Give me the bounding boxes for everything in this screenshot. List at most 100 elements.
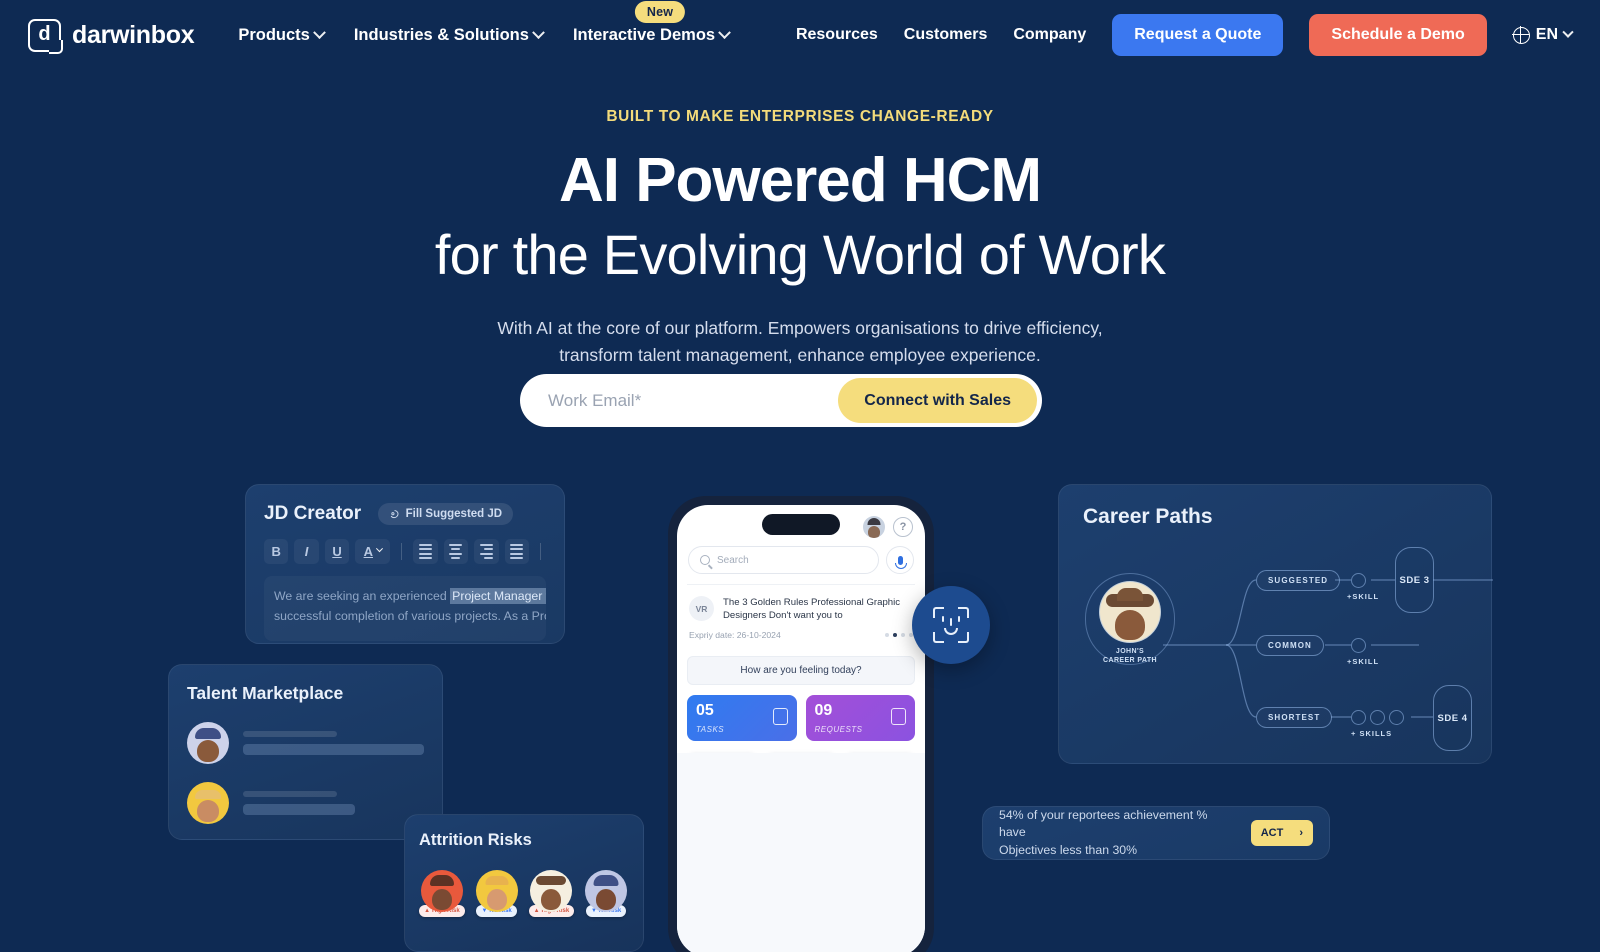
jd-text-highlight: Project Manager to join: [450, 588, 546, 604]
chevron-down-icon: [1562, 26, 1574, 38]
list-item[interactable]: ▼ No Risk: [474, 870, 520, 917]
act-button[interactable]: ACT ›: [1250, 820, 1313, 846]
target-role-sde4[interactable]: SDE 4: [1433, 685, 1472, 751]
italic-button[interactable]: I: [294, 539, 319, 564]
carousel-dots[interactable]: [885, 632, 913, 637]
nav-item-company[interactable]: Company: [1013, 26, 1086, 44]
primary-nav-links: Products Industries & Solutions New Inte…: [238, 0, 731, 45]
microphone-icon: [895, 555, 907, 569]
jd-body-line-2: successful completion of various project…: [274, 609, 546, 624]
news-avatar: VR: [689, 596, 714, 621]
jd-editor-body[interactable]: We are seeking an experienced Project Ma…: [264, 576, 546, 641]
chevron-down-icon: [375, 545, 384, 553]
globe-icon: [1511, 25, 1530, 44]
tasks-label: TASKS: [696, 724, 725, 734]
person-blond-avatar: [187, 782, 229, 824]
requests-tile[interactable]: 09 REQUESTS: [805, 694, 915, 741]
branch-node-common[interactable]: COMMON: [1256, 635, 1324, 656]
objectives-alert-card: 54% of your reportees achievement % have…: [982, 806, 1330, 860]
nav-item-resources[interactable]: Resources: [796, 26, 878, 44]
branch-node-shortest[interactable]: SHORTEST: [1256, 707, 1333, 728]
underline-button[interactable]: U: [324, 539, 350, 564]
nav-label: Products: [238, 25, 310, 44]
chevron-down-icon: [312, 25, 326, 39]
chevron-down-icon: [532, 25, 545, 39]
help-icon[interactable]: ?: [893, 517, 913, 537]
attrition-risks-title: Attrition Risks: [419, 831, 532, 849]
list-item[interactable]: ▼ No Risk: [583, 870, 629, 917]
bold-button[interactable]: B: [264, 539, 289, 564]
align-right-button[interactable]: [474, 539, 499, 564]
johns-avatar: [1099, 581, 1161, 643]
connect-with-sales-button[interactable]: Connect with Sales: [838, 378, 1037, 423]
schedule-demo-button[interactable]: Schedule a Demo: [1309, 14, 1487, 56]
chevron-down-icon: [718, 25, 731, 39]
talent-marketplace-title: Talent Marketplace: [187, 683, 344, 703]
work-email-input[interactable]: [520, 390, 839, 411]
nav-item-industries-solutions[interactable]: Industries & Solutions: [353, 25, 545, 45]
toolbar-divider: [401, 543, 403, 560]
nav-item-interactive-demos[interactable]: New Interactive Demos: [573, 0, 731, 45]
hero-subtitle-line-2: transform talent management, enhance emp…: [559, 344, 1041, 365]
align-left-button[interactable]: [413, 539, 438, 564]
nav-item-products[interactable]: Products: [238, 25, 326, 45]
hero-section: BUILT TO MAKE ENTERPRISES CHANGE-READY A…: [0, 108, 1600, 369]
search-placeholder: Search: [717, 554, 749, 566]
list-item[interactable]: ▲ High Risk: [419, 870, 465, 917]
jd-header: JD Creator Fill Suggested JD: [264, 503, 546, 525]
new-badge: New: [634, 0, 686, 23]
news-expiry: Expriy date: 26-10-2024: [689, 629, 781, 640]
list-item[interactable]: [187, 722, 424, 764]
career-paths-card: Career Paths JOHN'S CAREER PATH SUGGESTE…: [1058, 484, 1493, 764]
brand-logo[interactable]: d darwinbox: [28, 18, 195, 54]
list-item[interactable]: [187, 782, 424, 824]
face-id-button[interactable]: [912, 586, 990, 664]
person-helmet-avatar: [187, 722, 229, 764]
attrition-people-row: ▲ High Risk ▼ No Risk ▲ High Risk: [419, 870, 629, 917]
mood-prompt[interactable]: How are you feeling today?: [687, 655, 915, 685]
jd-creator-card: JD Creator Fill Suggested JD B I U A We …: [245, 484, 565, 644]
skill-dot: [1370, 710, 1385, 725]
align-center-button[interactable]: [443, 539, 469, 564]
target-role-sde3[interactable]: SDE 3: [1395, 547, 1434, 613]
news-footer: Expriy date: 26-10-2024: [689, 630, 913, 640]
skill-dot: [1351, 710, 1366, 725]
align-left-icon: [419, 544, 433, 559]
news-card[interactable]: VR The 3 Golden Rules Professional Graph…: [687, 584, 915, 648]
nav-item-customers[interactable]: Customers: [904, 26, 988, 44]
phone-search-row: Search: [677, 538, 925, 584]
phone-screen: ? Search VR The 3 Golden Rules Professio…: [677, 505, 925, 952]
align-right-icon: [479, 544, 493, 559]
tasks-tile[interactable]: 05 TASKS: [687, 694, 797, 741]
search-input[interactable]: Search: [688, 546, 879, 574]
news-headline: The 3 Golden Rules Professional Graphic …: [723, 597, 901, 622]
warning-icon: ▲: [533, 908, 540, 914]
jd-creator-title: JD Creator: [264, 503, 362, 524]
align-justify-icon: [510, 544, 524, 559]
placeholder-lines: [243, 791, 424, 815]
lead-capture-form: Connect with Sales: [520, 374, 1042, 427]
avatar[interactable]: [863, 516, 885, 538]
darwinbox-logo-icon: d: [28, 18, 63, 54]
hero-eyebrow: BUILT TO MAKE ENTERPRISES CHANGE-READY: [606, 108, 994, 125]
toolbar-divider: [539, 543, 541, 560]
act-label: ACT: [1260, 827, 1284, 839]
attrition-risks-card: Attrition Risks ▲ High Risk ▼ No Risk: [404, 814, 644, 952]
fill-suggested-jd-button[interactable]: Fill Suggested JD: [377, 503, 514, 525]
text-color-button[interactable]: A: [355, 539, 391, 564]
warning-icon: ▲: [424, 908, 431, 914]
language-selector[interactable]: EN: [1511, 25, 1574, 44]
skill-label-shortest: + SKILLS: [1351, 729, 1393, 738]
nav-label: Industries & Solutions: [353, 25, 529, 44]
hero-title-secondary: for the Evolving World of Work: [434, 223, 1166, 286]
person-helmet-avatar: [585, 870, 628, 912]
request-quote-button[interactable]: Request a Quote: [1112, 14, 1284, 56]
voice-search-button[interactable]: [886, 546, 914, 574]
clipboard-icon: [772, 707, 788, 725]
top-navigation-bar: d darwinbox Products Industries & Soluti…: [0, 0, 1600, 70]
branch-node-suggested[interactable]: SUGGESTED: [1256, 570, 1341, 591]
chevron-right-icon: ›: [1299, 827, 1303, 839]
align-justify-button[interactable]: [504, 539, 529, 564]
list-item[interactable]: ▲ High Risk: [528, 870, 575, 917]
apps-background: [677, 753, 925, 952]
